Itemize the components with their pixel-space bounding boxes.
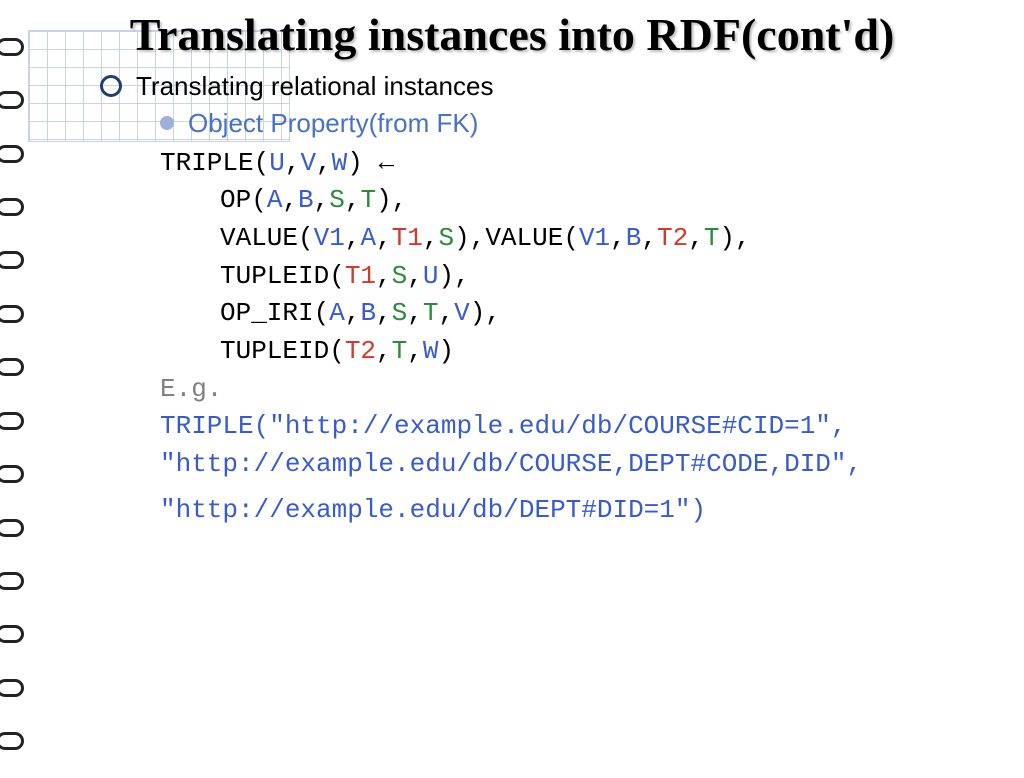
bullet-icon <box>160 116 174 130</box>
bullet-icon <box>100 75 122 97</box>
slide-content: Translating relational instances Object … <box>100 71 1024 530</box>
code-line-6: TUPLEID(T2,T,W) <box>160 333 1024 371</box>
slide-title: Translating instances into RDF(cont'd) <box>40 10 984 61</box>
code-line-1: TRIPLE(U,V,W) ← <box>160 145 1024 183</box>
example-line-2: "http://example.edu/db/COURSE,DEPT#CODE,… <box>160 446 1024 484</box>
example-line-3: "http://example.edu/db/DEPT#DID=1") <box>160 492 1024 530</box>
bullet-text: Object Property(from FK) <box>188 108 478 139</box>
code-line-2: OP(A,B,S,T), <box>160 182 1024 220</box>
bullet-object-property: Object Property(from FK) <box>160 108 1024 139</box>
bullet-translating-instances: Translating relational instances <box>100 71 1024 102</box>
example-line-1: TRIPLE("http://example.edu/db/COURSE#CID… <box>160 408 1024 446</box>
spiral-binding <box>0 10 22 778</box>
code-line-5: OP_IRI(A,B,S,T,V), <box>160 295 1024 333</box>
code-line-3: VALUE(V1,A,T1,S),VALUE(V1,B,T2,T), <box>160 220 1024 258</box>
code-block: TRIPLE(U,V,W) ← OP(A,B,S,T), VALUE(V1,A,… <box>160 145 1024 530</box>
code-line-4: TUPLEID(T1,S,U), <box>160 258 1024 296</box>
bullet-text: Translating relational instances <box>136 71 493 102</box>
example-label: E.g. <box>160 371 1024 409</box>
